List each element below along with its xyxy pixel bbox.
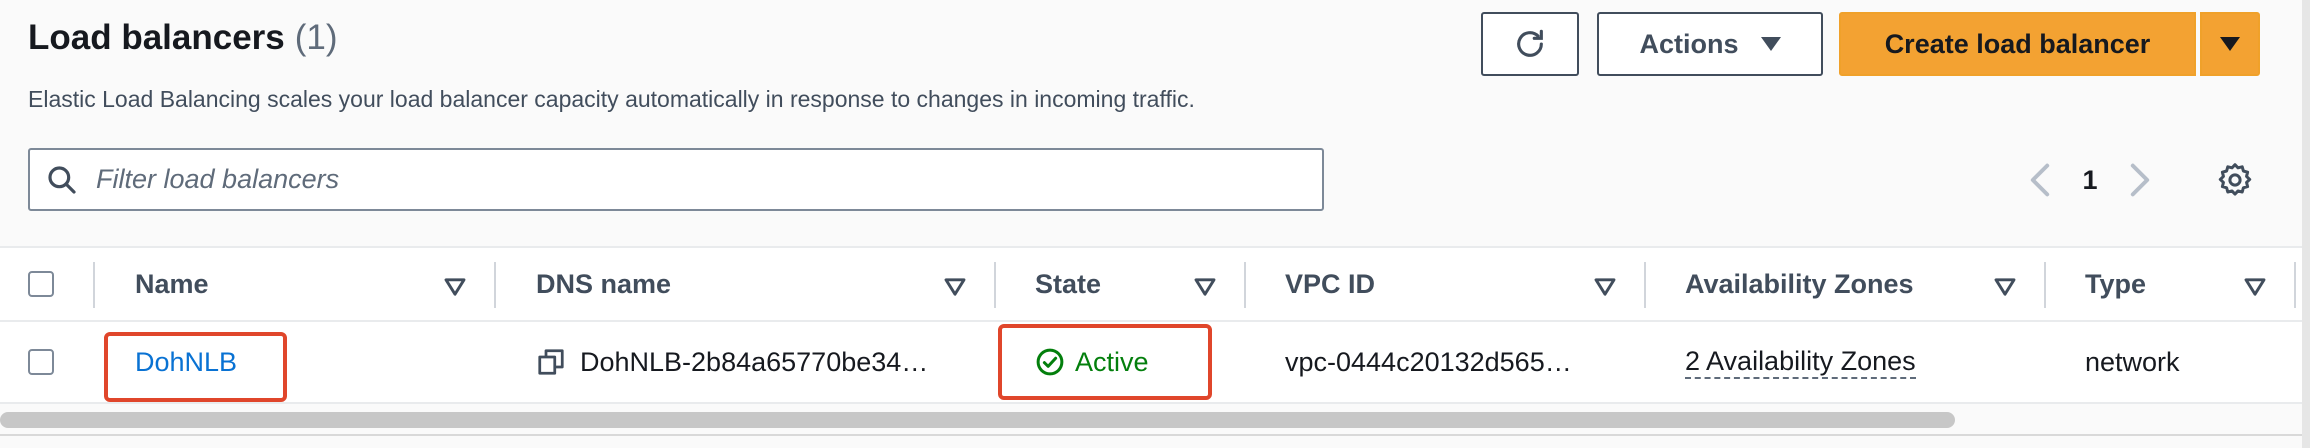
- column-divider[interactable]: [1244, 262, 1246, 308]
- vpc-id-text: vpc-0444c20132d565…: [1285, 346, 1572, 377]
- column-header-dns-name[interactable]: DNS name: [536, 248, 671, 320]
- pagination: 1: [2020, 150, 2160, 210]
- refresh-icon: [1517, 29, 1543, 57]
- cell-vpc-id: vpc-0444c20132d565…: [1285, 322, 1572, 402]
- cell-state: Active: [1035, 322, 1149, 402]
- gear-icon: [2218, 163, 2252, 196]
- column-header-label: Availability Zones: [1685, 268, 1914, 299]
- status-text: Active: [1075, 346, 1149, 377]
- page-description: Elastic Load Balancing scales your load …: [28, 86, 1195, 112]
- create-load-balancer-button[interactable]: Create load balancer: [1839, 12, 2196, 76]
- actions-dropdown-button[interactable]: Actions: [1597, 12, 1823, 76]
- load-balancer-name-link[interactable]: DohNLB: [135, 347, 237, 378]
- sort-icon[interactable]: [1594, 278, 1616, 296]
- sort-icon[interactable]: [1994, 278, 2016, 296]
- status-success-icon: [1036, 348, 1064, 376]
- page-title: Load balancers (1): [28, 18, 338, 58]
- load-balancer-count: (1): [294, 18, 338, 57]
- table-preferences-button[interactable]: [2213, 152, 2257, 208]
- create-load-balancer-dropdown-button[interactable]: [2200, 12, 2260, 76]
- horizontal-scrollbar-thumb[interactable]: [0, 412, 1955, 428]
- column-header-type[interactable]: Type: [2085, 248, 2146, 320]
- sort-icon[interactable]: [1194, 278, 1216, 296]
- select-all-cell: [28, 248, 54, 320]
- chevron-left-icon: [2030, 163, 2050, 197]
- row-select-checkbox[interactable]: [28, 349, 54, 375]
- caret-down-icon: [2220, 37, 2240, 51]
- cell-dns-name: DohNLB-2b84a65770be34…: [536, 322, 928, 402]
- refresh-button[interactable]: [1481, 12, 1579, 76]
- cell-type: network: [2085, 322, 2180, 402]
- column-divider[interactable]: [2044, 262, 2046, 308]
- actions-label: Actions: [1639, 28, 1739, 59]
- dns-name-text: DohNLB-2b84a65770be34…: [580, 346, 929, 377]
- column-header-vpc-id[interactable]: VPC ID: [1285, 248, 1375, 320]
- column-divider[interactable]: [1644, 262, 1646, 308]
- column-header-label: DNS name: [536, 268, 672, 299]
- column-header-label: Name: [135, 268, 209, 299]
- column-divider[interactable]: [2294, 262, 2296, 308]
- type-text: network: [2085, 346, 2180, 377]
- cell-availability-zones: 2 Availability Zones: [1685, 322, 1916, 402]
- current-page-number[interactable]: 1: [2060, 165, 2120, 196]
- sort-icon[interactable]: [2244, 278, 2266, 296]
- search-icon: [48, 165, 76, 194]
- next-page-button[interactable]: [2120, 150, 2160, 210]
- row-select-cell: [28, 322, 54, 402]
- load-balancers-page: Load balancers (1) Elastic Load Balancin…: [0, 0, 2310, 448]
- caret-down-icon: [1760, 37, 1781, 51]
- bottom-divider: [0, 434, 2302, 436]
- filter-search-box[interactable]: [28, 148, 1324, 211]
- create-load-balancer-label: Create load balancer: [1884, 28, 2151, 59]
- status-badge: Active: [1035, 347, 1149, 378]
- previous-page-button[interactable]: [2020, 150, 2060, 210]
- column-header-label: Type: [2085, 268, 2147, 299]
- column-header-name[interactable]: Name: [135, 248, 209, 320]
- column-header-availability-zones[interactable]: Availability Zones: [1685, 248, 1914, 320]
- sort-icon[interactable]: [944, 278, 966, 296]
- column-divider[interactable]: [494, 262, 496, 308]
- column-header-label: VPC ID: [1285, 268, 1376, 299]
- filter-load-balancers-input[interactable]: [94, 163, 1274, 196]
- sort-icon[interactable]: [444, 278, 466, 296]
- chevron-right-icon: [2130, 163, 2150, 197]
- select-all-checkbox[interactable]: [28, 271, 54, 297]
- vertical-scrollbar[interactable]: [2302, 0, 2310, 448]
- column-header-state[interactable]: State: [1035, 248, 1101, 320]
- column-divider[interactable]: [994, 262, 996, 308]
- column-divider: [93, 262, 95, 308]
- copy-icon[interactable]: [536, 347, 566, 377]
- table-header: Name DNS name State VPC ID Availability …: [0, 246, 2302, 322]
- column-header-label: State: [1035, 268, 1102, 299]
- cell-name: DohNLB: [135, 322, 237, 402]
- table-row[interactable]: DohNLB DohNLB-2b84a65770be34… Active vpc…: [0, 322, 2302, 404]
- availability-zones-popover-trigger[interactable]: 2 Availability Zones: [1685, 345, 1916, 380]
- page-title-text: Load balancers: [28, 18, 285, 57]
